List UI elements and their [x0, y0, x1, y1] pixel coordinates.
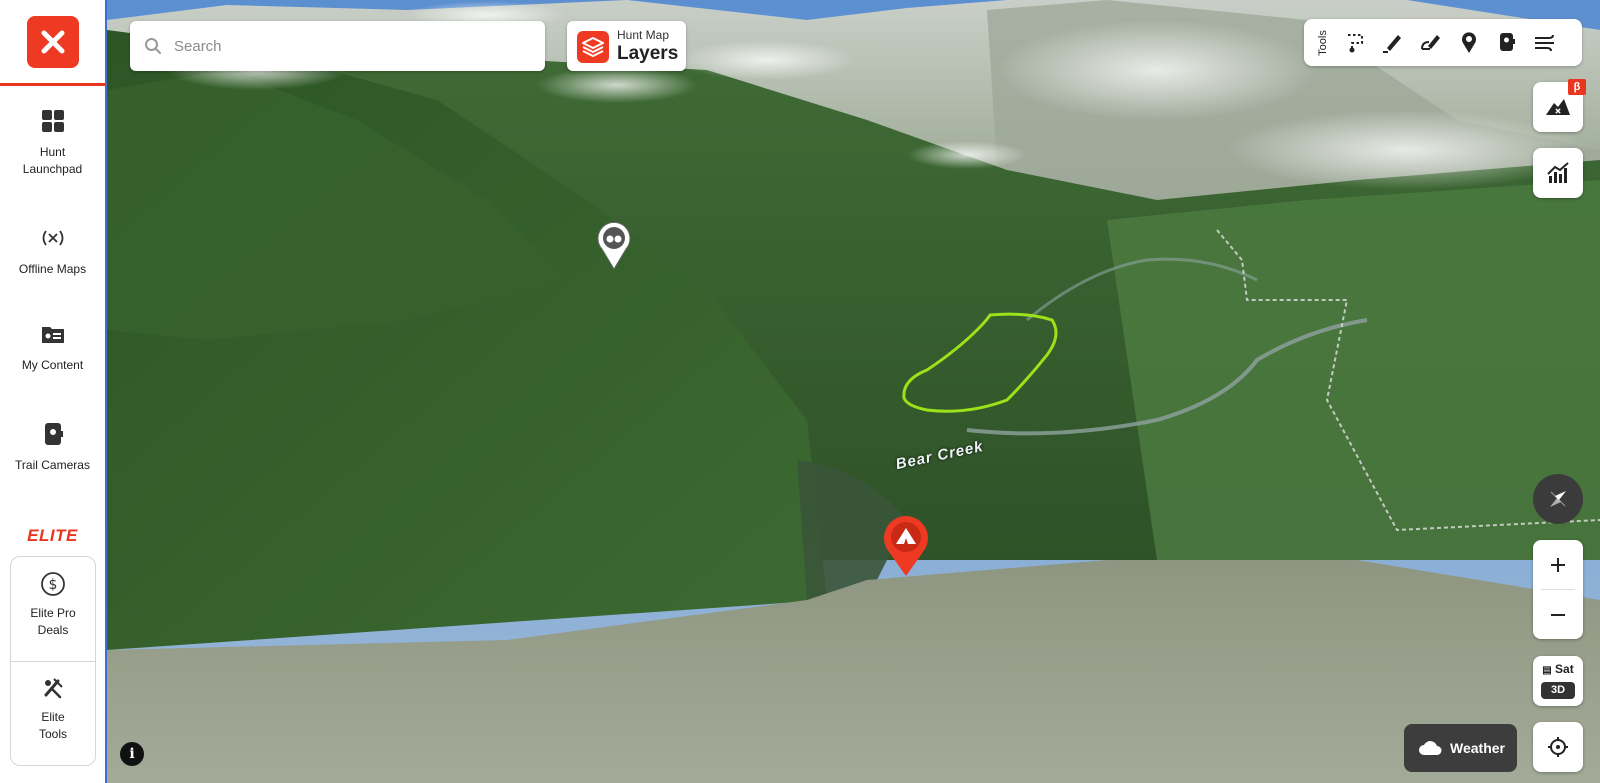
- info-button[interactable]: i: [120, 742, 144, 766]
- binoculars-waypoint-pin[interactable]: [596, 221, 632, 276]
- layers-subtitle: Hunt Map: [617, 28, 670, 42]
- plus-icon: [1551, 557, 1565, 572]
- dollar-circle-icon: $: [41, 572, 65, 596]
- crosshair-icon: [1548, 737, 1568, 757]
- weather-label: Weather: [1450, 740, 1505, 756]
- camp-waypoint-pin[interactable]: [881, 514, 931, 583]
- cloud-icon: [1419, 741, 1442, 755]
- svg-text:$: $: [49, 577, 58, 593]
- layers-title: Layers: [617, 43, 679, 64]
- chart-icon: [1547, 162, 1569, 183]
- elite-pro-deals-button[interactable]: $ Elite Pro Deals: [11, 571, 95, 639]
- minus-icon: [1551, 613, 1565, 616]
- sidebar-item-label: Offline Maps: [18, 262, 87, 276]
- elite-item-label-line1: Elite: [41, 710, 65, 724]
- grid-icon: [41, 110, 64, 132]
- sidebar-item-label-line1: Hunt: [39, 145, 66, 159]
- sidebar: Hunt Launchpad Offline Maps My Content T…: [0, 0, 107, 783]
- broadcast-icon: [42, 230, 63, 246]
- locate-me-button[interactable]: [1533, 722, 1583, 772]
- basemap-toggle-button[interactable]: ▤ Sat 3D: [1533, 656, 1583, 706]
- close-x-icon: [41, 30, 64, 53]
- sidebar-item-my-content[interactable]: My Content: [0, 321, 105, 374]
- compass-button[interactable]: [1533, 474, 1583, 524]
- elite-divider: [11, 661, 95, 662]
- layers-icon-box: [577, 31, 609, 63]
- elite-item-label-line1: Elite Pro: [30, 606, 76, 620]
- elite-item-label-line2: Deals: [37, 623, 69, 637]
- analytics-button[interactable]: [1533, 148, 1583, 198]
- zoom-in-button[interactable]: [1533, 540, 1583, 589]
- trail-camera-icon: [44, 423, 63, 445]
- map-pin-icon[interactable]: [1456, 29, 1482, 55]
- wind-icon[interactable]: [1532, 29, 1558, 55]
- elite-tools-button[interactable]: Elite Tools: [11, 675, 95, 743]
- weather-button[interactable]: Weather: [1404, 724, 1517, 772]
- sat-label: Sat: [1555, 662, 1574, 676]
- view-mode-badge: 3D: [1541, 682, 1575, 699]
- search-icon: [145, 38, 161, 54]
- binoculars-icon: [597, 221, 631, 270]
- sidebar-item-hunt-launchpad[interactable]: Hunt Launchpad: [0, 108, 105, 178]
- close-area: [0, 0, 105, 86]
- search-bar: [130, 21, 545, 71]
- layers-button[interactable]: Hunt Map Layers: [567, 21, 686, 71]
- elite-item-label-line2: Tools: [38, 727, 67, 741]
- terrain-tent-icon: [1546, 99, 1570, 115]
- zoom-control: [1533, 540, 1583, 639]
- sidebar-item-trail-cameras[interactable]: Trail Cameras: [0, 421, 105, 474]
- elite-section: $ Elite Pro Deals Elite Tools: [10, 556, 96, 766]
- beta-badge: β: [1568, 79, 1586, 95]
- pencil-shape-icon[interactable]: [1418, 29, 1444, 55]
- sidebar-item-label-line2: Launchpad: [22, 162, 83, 176]
- layers-icon: [582, 37, 604, 57]
- map-icon: ▤: [1542, 665, 1552, 676]
- sidebar-item-label: Trail Cameras: [15, 458, 90, 472]
- tent-icon: [884, 516, 928, 576]
- hunt-area-button[interactable]: β: [1533, 79, 1586, 132]
- folder-card-icon: [41, 327, 64, 343]
- search-input[interactable]: [174, 37, 534, 55]
- map-view[interactable]: [107, 0, 1600, 783]
- lasso-icon[interactable]: [1342, 29, 1368, 55]
- close-button[interactable]: [26, 15, 79, 68]
- terrain-3d: [107, 0, 1600, 783]
- pencil-line-icon[interactable]: [1380, 29, 1406, 55]
- tools-label: Tools: [1317, 30, 1329, 56]
- basemap-label: ▤ Sat: [1533, 662, 1583, 676]
- elite-heading: ELITE: [27, 526, 78, 545]
- compass-icon: [1550, 491, 1566, 507]
- sidebar-item-label: My Content: [21, 358, 84, 372]
- zoom-out-button[interactable]: [1533, 590, 1583, 639]
- sidebar-item-offline-maps[interactable]: Offline Maps: [0, 225, 105, 278]
- tools-icon: [44, 678, 63, 699]
- tools-bar: Tools: [1304, 19, 1582, 66]
- trail-camera-tool-icon[interactable]: [1494, 29, 1520, 55]
